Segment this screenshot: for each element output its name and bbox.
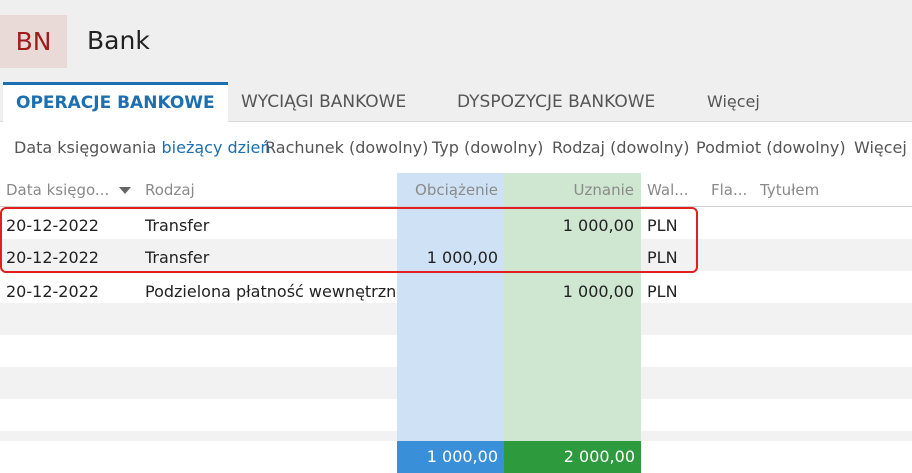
app-header: BN Bank — [0, 0, 912, 82]
cell-credit: 1 000,00 — [562, 282, 634, 301]
filter-date-label: Data księgowania — [14, 138, 157, 157]
column-header-date[interactable]: Data księgo... — [6, 173, 136, 207]
column-header-currency[interactable]: Wal... — [647, 173, 699, 207]
filter-subject[interactable]: Podmiot (dowolny) — [696, 138, 846, 157]
total-debit: 1 000,00 — [397, 441, 504, 473]
column-header-title[interactable]: Tytułem — [760, 173, 900, 207]
column-header-credit[interactable]: Uznanie — [504, 173, 634, 207]
filter-kind[interactable]: Rodzaj (dowolny) — [552, 138, 689, 157]
operations-grid: Data księgo... Rodzaj Obciążenie Uznanie… — [0, 173, 912, 473]
column-header-kind[interactable]: Rodzaj — [145, 173, 385, 207]
cell-currency: PLN — [647, 248, 678, 267]
app-title: Bank — [87, 26, 150, 55]
filter-type[interactable]: Typ (dowolny) — [432, 138, 543, 157]
tab-dyspozycje-bankowe[interactable]: DYSPOZYCJE BANKOWE — [457, 82, 655, 122]
cell-currency: PLN — [647, 216, 678, 235]
tab-operacje-bankowe[interactable]: OPERACJE BANKOWE — [3, 82, 228, 123]
column-header-date-label: Data księgo... — [6, 181, 110, 199]
table-row[interactable]: 20-12-2022 Transfer 1 000,00 PLN — [0, 210, 912, 242]
tab-bar: OPERACJE BANKOWE WYCIĄGI BANKOWE DYSPOZY… — [0, 82, 912, 123]
cell-currency: PLN — [647, 282, 678, 301]
cell-date: 20-12-2022 — [6, 216, 99, 235]
filter-more[interactable]: Więcej — [854, 138, 907, 157]
cell-date: 20-12-2022 — [6, 248, 99, 267]
filter-bar: Data księgowania bieżący dzień Rachunek … — [0, 123, 912, 173]
tab-more[interactable]: Więcej — [707, 82, 760, 122]
filter-date-value[interactable]: bieżący dzień — [162, 138, 271, 157]
app-badge: BN — [0, 15, 67, 68]
column-header-debit[interactable]: Obciążenie — [397, 173, 498, 207]
cell-credit: 1 000,00 — [562, 216, 634, 235]
table-row[interactable]: 20-12-2022 Podzielona płatność wewnętrzn… — [0, 276, 912, 308]
tab-wyciagi-bankowe[interactable]: WYCIĄGI BANKOWE — [241, 82, 406, 122]
grid-header: Data księgo... Rodzaj Obciążenie Uznanie… — [0, 173, 912, 207]
cell-debit — [397, 276, 498, 308]
cell-kind: Podzielona płatność wewnętrzna — [145, 282, 395, 301]
total-credit: 2 000,00 — [504, 441, 641, 473]
cell-kind: Transfer — [145, 248, 210, 267]
cell-date: 20-12-2022 — [6, 282, 99, 301]
cell-kind: Transfer — [145, 216, 210, 235]
sort-desc-icon[interactable] — [119, 187, 132, 194]
cell-credit — [504, 242, 634, 274]
filter-account[interactable]: Rachunek (dowolny) — [265, 138, 428, 157]
filter-date[interactable]: Data księgowania bieżący dzień — [14, 138, 270, 157]
cell-debit: 1 000,00 — [426, 248, 498, 267]
table-row[interactable]: 20-12-2022 Transfer 1 000,00 PLN — [0, 242, 912, 274]
column-header-flag[interactable]: Fla... — [711, 173, 751, 207]
cell-debit — [397, 210, 498, 242]
